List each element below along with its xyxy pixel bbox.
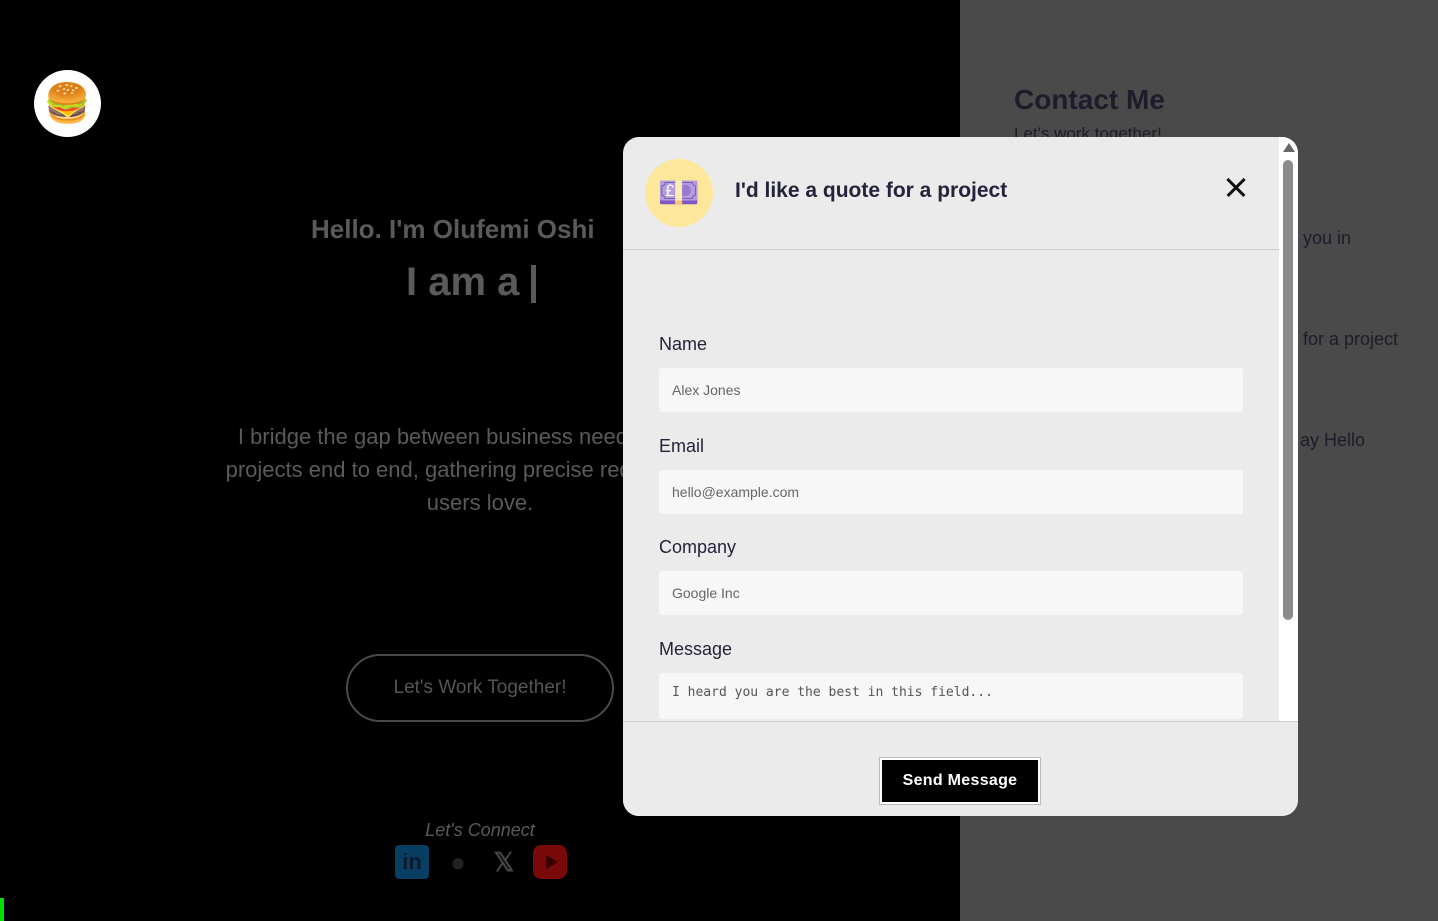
social-links: in ● 𝕏: [395, 845, 567, 879]
contact-option-hire[interactable]: you in: [1303, 228, 1351, 249]
x-icon[interactable]: 𝕏: [487, 845, 521, 879]
message-textarea[interactable]: [659, 673, 1243, 719]
github-icon[interactable]: ●: [441, 845, 475, 879]
typing-cursor: [531, 265, 537, 304]
hero-typing-text: I am a: [406, 260, 537, 305]
money-icon: 💷: [645, 159, 713, 227]
connect-label: Let's Connect: [425, 820, 535, 840]
contact-option-hello[interactable]: ay Hello: [1300, 430, 1365, 451]
contact-title: Contact Me: [1014, 84, 1165, 115]
scroll-up-icon[interactable]: [1283, 143, 1295, 152]
message-label: Message: [659, 639, 733, 659]
work-together-button[interactable]: Let's Work Together!: [346, 654, 614, 722]
email-label: Email: [659, 436, 705, 456]
company-label: Company: [659, 537, 737, 557]
modal-footer: Send Message: [623, 721, 1298, 816]
burger-icon: 🍔: [43, 81, 92, 125]
send-message-button[interactable]: Send Message: [879, 757, 1041, 805]
contact-option-quote[interactable]: for a project: [1303, 329, 1398, 350]
name-label: Name: [659, 334, 708, 354]
hero-greeting: Hello. I'm Olufemi Oshi: [311, 214, 595, 244]
youtube-icon[interactable]: [533, 845, 567, 879]
logo-button[interactable]: 🍔: [34, 70, 101, 137]
email-input[interactable]: [659, 470, 1243, 514]
close-button[interactable]: [1221, 173, 1251, 203]
hero-iam-label: I am a: [406, 260, 520, 304]
linkedin-icon[interactable]: in: [395, 845, 429, 879]
status-indicator: [0, 898, 4, 921]
quote-modal: 💷 I'd like a quote for a project Name Em…: [623, 137, 1298, 816]
company-input[interactable]: [659, 571, 1243, 615]
modal-header: 💷 I'd like a quote for a project: [623, 137, 1279, 250]
name-input[interactable]: [659, 368, 1243, 412]
modal-title: I'd like a quote for a project: [735, 179, 1008, 202]
scrollbar-thumb[interactable]: [1283, 160, 1293, 620]
